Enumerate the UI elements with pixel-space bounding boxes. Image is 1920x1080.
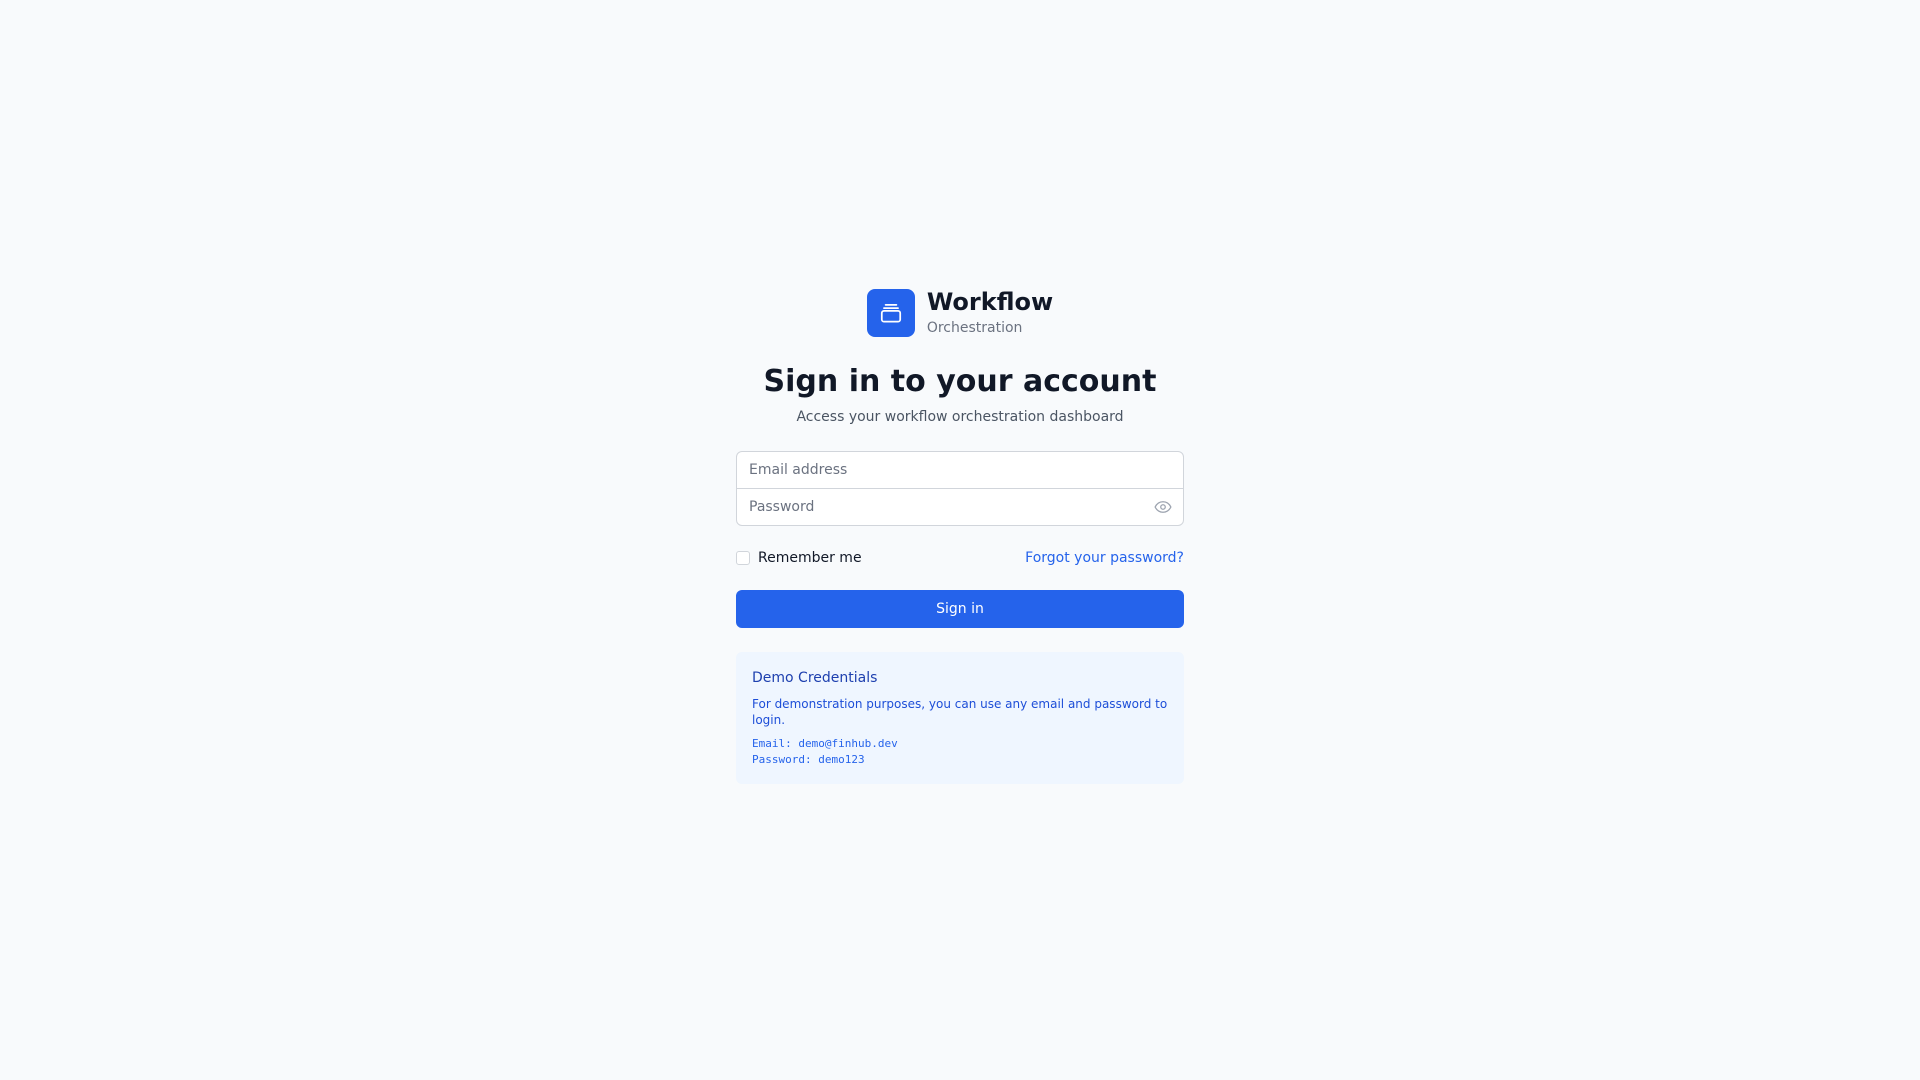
remember-me[interactable]: Remember me — [736, 550, 862, 566]
page-title: Sign in to your account — [763, 364, 1157, 399]
demo-password: Password: demo123 — [752, 753, 865, 766]
demo-credentials-values: Email: demo@finhub.dev Password: demo123 — [752, 736, 1168, 768]
email-field[interactable] — [737, 452, 1183, 488]
remember-me-label: Remember me — [758, 550, 862, 566]
sign-in-button[interactable]: Sign in — [736, 590, 1184, 628]
login-page: Workflow Orchestration Sign in to your a… — [0, 0, 1920, 1080]
password-field-wrapper — [737, 488, 1183, 525]
demo-credentials-description: For demonstration purposes, you can use … — [752, 697, 1168, 727]
archive-box-icon — [866, 289, 915, 337]
demo-email: Email: demo@finhub.dev — [752, 737, 898, 750]
demo-credentials-title: Demo Credentials — [752, 670, 878, 686]
email-field-wrapper — [737, 452, 1183, 488]
password-field[interactable] — [737, 489, 1183, 525]
remember-me-checkbox[interactable] — [736, 551, 750, 565]
eye-icon[interactable] — [1153, 498, 1173, 516]
brand-header: Workflow Orchestration — [736, 288, 1184, 338]
demo-credentials-panel: Demo Credentials For demonstration purpo… — [736, 652, 1184, 784]
brand-text: Workflow Orchestration — [927, 288, 1053, 338]
page-subtitle: Access your workflow orchestration dashb… — [796, 409, 1124, 425]
form-options: Remember me Forgot your password? — [736, 550, 1184, 566]
login-container: Workflow Orchestration Sign in to your a… — [736, 288, 1184, 784]
brand-name: Workflow — [926, 288, 1054, 316]
forgot-password-link[interactable]: Forgot your password? — [1025, 550, 1184, 566]
credentials-fields — [736, 451, 1184, 526]
brand-subtitle: Orchestration — [926, 320, 1023, 336]
